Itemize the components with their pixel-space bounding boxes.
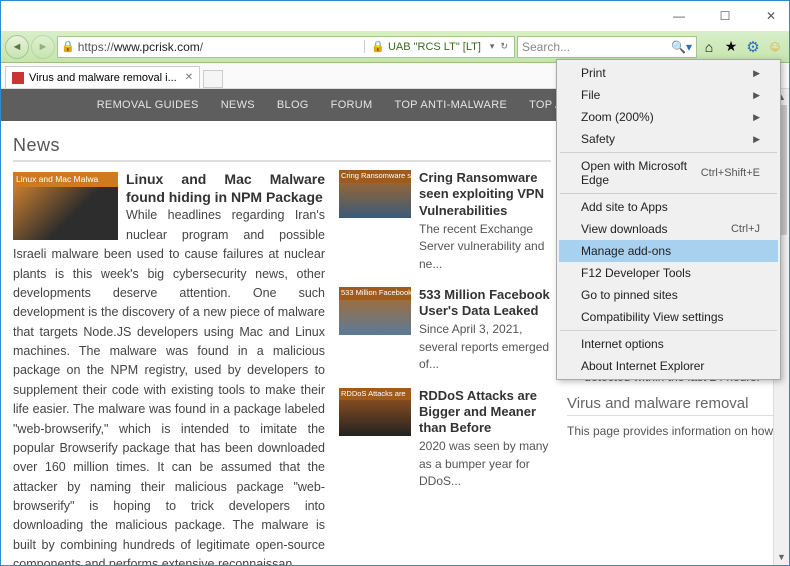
submenu-arrow-icon: ▶ bbox=[753, 90, 760, 101]
submenu-arrow-icon: ▶ bbox=[753, 134, 760, 145]
browser-tab[interactable]: Virus and malware removal i... ✕ bbox=[5, 66, 200, 88]
lock-icon: 🔒 bbox=[61, 40, 75, 53]
feedback-smiley-icon[interactable]: ☺ bbox=[765, 37, 785, 57]
news-item[interactable]: Cring Ransomware se Cring Ransomware see… bbox=[339, 170, 551, 273]
scroll-down-icon[interactable]: ▼ bbox=[774, 549, 789, 565]
tab-close-icon[interactable]: ✕ bbox=[185, 72, 193, 83]
virus-removal-text: This page provides information on how bbox=[567, 424, 777, 438]
main-column: News Linux and Mac Malwa Linux and Mac M… bbox=[13, 131, 551, 565]
shortcut-label: Ctrl+Shift+E bbox=[701, 167, 760, 179]
menu-item-f12-tools[interactable]: F12 Developer Tools bbox=[559, 262, 778, 284]
home-icon[interactable]: ⌂ bbox=[699, 37, 719, 57]
menu-item-open-edge[interactable]: Open with Microsoft EdgeCtrl+Shift+E bbox=[559, 155, 778, 191]
menu-item-file[interactable]: File▶ bbox=[559, 84, 778, 106]
menu-item-add-to-apps[interactable]: Add site to Apps bbox=[559, 196, 778, 218]
new-tab-button[interactable] bbox=[203, 70, 223, 88]
menu-item-print[interactable]: Print▶ bbox=[559, 62, 778, 84]
news-thumbnail: 533 Million Facebook bbox=[339, 287, 411, 335]
back-button[interactable]: ◄ bbox=[5, 35, 29, 59]
featured-article[interactable]: Linux and Mac Malwa Linux and Mac Malwar… bbox=[13, 170, 325, 565]
search-placeholder: Search... bbox=[522, 40, 671, 54]
maximize-button[interactable]: ☐ bbox=[711, 5, 739, 27]
news-body: Since April 3, 2021, several reports eme… bbox=[419, 322, 549, 371]
news-title: RDDoS Attacks are Bigger and Meaner than… bbox=[419, 388, 551, 437]
submenu-arrow-icon: ▶ bbox=[753, 112, 760, 123]
news-title: 533 Million Facebook User's Data Leaked bbox=[419, 287, 551, 320]
forward-button[interactable]: ► bbox=[31, 35, 55, 59]
nav-item[interactable]: NEWS bbox=[221, 99, 255, 111]
search-box[interactable]: Search... 🔍▾ bbox=[517, 36, 697, 58]
nav-item[interactable]: TOP ANTI-MALWARE bbox=[395, 99, 508, 111]
url-text: https://www.pcrisk.com/ bbox=[78, 40, 361, 54]
news-thumbnail: RDDoS Attacks are bbox=[339, 388, 411, 436]
favorites-icon[interactable]: ★ bbox=[721, 37, 741, 57]
menu-item-compat-view[interactable]: Compatibility View settings bbox=[559, 306, 778, 328]
menu-item-safety[interactable]: Safety▶ bbox=[559, 128, 778, 150]
minimize-button[interactable]: — bbox=[665, 5, 693, 27]
section-heading-news: News bbox=[13, 131, 551, 162]
news-body: The recent Exchange Server vulnerability… bbox=[419, 222, 544, 271]
menu-item-internet-options[interactable]: Internet options bbox=[559, 333, 778, 355]
menu-item-zoom[interactable]: Zoom (200%)▶ bbox=[559, 106, 778, 128]
tab-title: Virus and malware removal i... bbox=[29, 72, 177, 84]
search-icon[interactable]: 🔍▾ bbox=[671, 40, 692, 54]
news-item[interactable]: RDDoS Attacks are RDDoS Attacks are Bigg… bbox=[339, 388, 551, 491]
menu-item-about-ie[interactable]: About Internet Explorer bbox=[559, 355, 778, 377]
article-body: While headlines regarding Iran's nuclear… bbox=[13, 208, 325, 565]
nav-item[interactable]: FORUM bbox=[331, 99, 373, 111]
article-thumbnail: Linux and Mac Malwa bbox=[13, 172, 118, 240]
nav-item[interactable]: REMOVAL GUIDES bbox=[97, 99, 199, 111]
address-dropdown-icon[interactable]: ▾ bbox=[487, 41, 498, 52]
menu-item-manage-addons[interactable]: Manage add-ons bbox=[559, 240, 778, 262]
news-title: Cring Ransomware seen exploiting VPN Vul… bbox=[419, 170, 551, 219]
tools-menu: Print▶ File▶ Zoom (200%)▶ Safety▶ Open w… bbox=[556, 59, 781, 380]
submenu-arrow-icon: ▶ bbox=[753, 68, 760, 79]
news-item[interactable]: 533 Million Facebook 533 Million Faceboo… bbox=[339, 287, 551, 374]
shortcut-label: Ctrl+J bbox=[731, 223, 760, 235]
nav-item[interactable]: BLOG bbox=[277, 99, 309, 111]
certificate-label[interactable]: 🔒UAB "RCS LT" [LT] bbox=[364, 40, 487, 53]
news-body: 2020 was seen by many as a bumper year f… bbox=[419, 439, 548, 488]
refresh-icon[interactable]: ↻ bbox=[497, 41, 511, 52]
window-titlebar: — ☐ ✕ bbox=[1, 1, 789, 31]
sidebar-heading-removal: Virus and malware removal bbox=[567, 392, 777, 416]
close-button[interactable]: ✕ bbox=[757, 5, 785, 27]
menu-item-view-downloads[interactable]: View downloadsCtrl+J bbox=[559, 218, 778, 240]
menu-item-pinned-sites[interactable]: Go to pinned sites bbox=[559, 284, 778, 306]
tools-gear-icon[interactable]: ⚙ bbox=[743, 37, 763, 57]
news-thumbnail: Cring Ransomware se bbox=[339, 170, 411, 218]
address-bar[interactable]: 🔒 https://www.pcrisk.com/ 🔒UAB "RCS LT" … bbox=[57, 36, 515, 58]
lock-icon: 🔒 bbox=[371, 40, 385, 53]
favicon-icon bbox=[12, 72, 24, 84]
